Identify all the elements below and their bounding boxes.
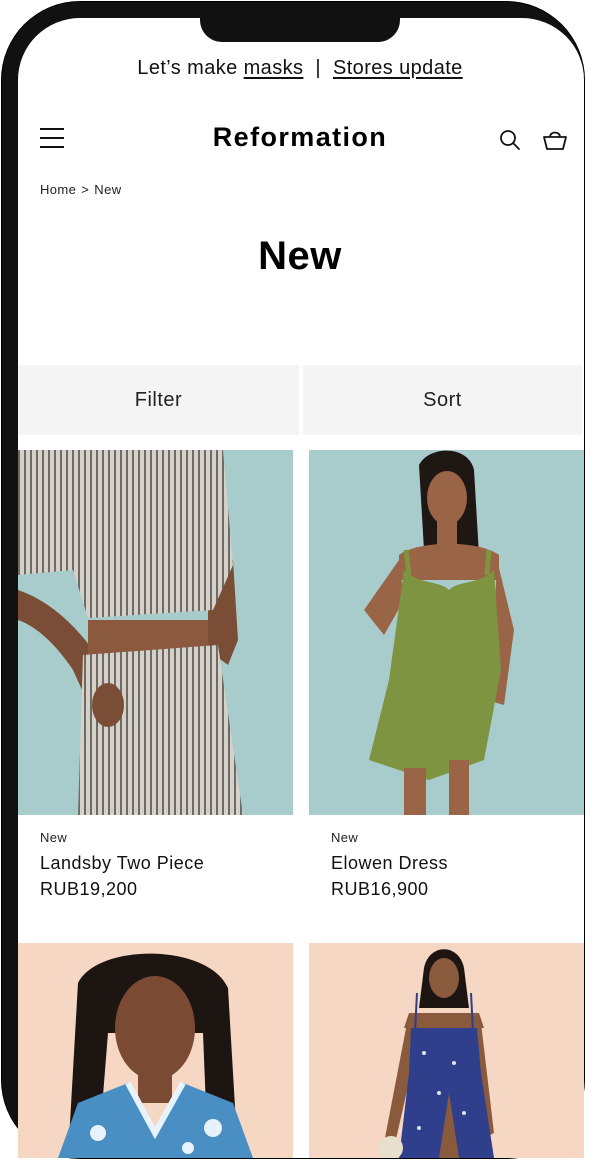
- promo-text: Let’s make: [137, 57, 238, 79]
- page-title: New: [258, 234, 342, 278]
- product-photo-navy-dress: [309, 943, 584, 1158]
- site-header: Reformation: [0, 118, 600, 162]
- product-photo-elowen: [309, 450, 584, 815]
- filter-sort-bar: Filter Sort: [18, 365, 582, 435]
- filter-button[interactable]: Filter: [18, 365, 299, 435]
- product-badge: New: [331, 830, 359, 845]
- stores-update-link[interactable]: Stores update: [333, 57, 463, 79]
- product-name[interactable]: Elowen Dress: [331, 853, 448, 874]
- product-image[interactable]: [309, 450, 584, 815]
- product-price: RUB16,900: [331, 879, 429, 899]
- product-image[interactable]: [18, 450, 293, 815]
- product-image[interactable]: [309, 943, 584, 1158]
- masks-link[interactable]: masks: [244, 57, 304, 79]
- promo-separator: |: [315, 57, 321, 79]
- product-photo-floral-top: [18, 943, 293, 1158]
- product-price: RUB19,200: [40, 879, 138, 899]
- breadcrumb-separator: >: [81, 182, 90, 197]
- shopping-bag-icon[interactable]: [542, 127, 568, 153]
- promo-banner: Let’s make masks | Stores update: [0, 57, 600, 80]
- sort-button[interactable]: Sort: [303, 365, 582, 435]
- phone-notch: [200, 14, 400, 42]
- breadcrumb-home[interactable]: Home: [40, 182, 76, 197]
- product-image[interactable]: [18, 943, 293, 1158]
- product-photo-landsby: [18, 450, 293, 815]
- product-name[interactable]: Landsby Two Piece: [40, 853, 204, 874]
- breadcrumb: Home > New: [40, 182, 122, 197]
- product-badge: New: [40, 830, 68, 845]
- breadcrumb-current: New: [94, 182, 122, 197]
- search-icon[interactable]: [498, 128, 522, 152]
